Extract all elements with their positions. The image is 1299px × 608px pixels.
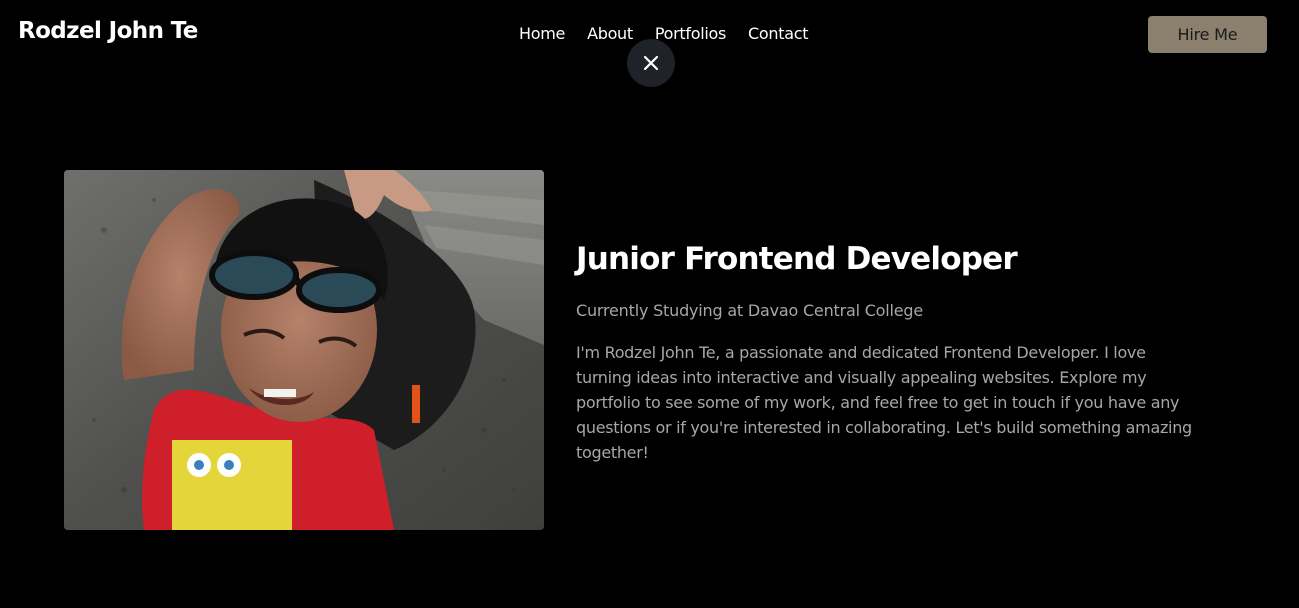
profile-photo-illustration (64, 170, 544, 530)
page: Rodzel John Te Home About Portfolios Con… (0, 0, 1299, 608)
nav-contact[interactable]: Contact (748, 24, 808, 43)
nav-home[interactable]: Home (519, 24, 565, 43)
brand-logo[interactable]: Rodzel John Te (18, 18, 198, 44)
role-title: Junior Frontend Developer (576, 241, 1018, 277)
nav-about[interactable]: About (587, 24, 633, 43)
about-section: Junior Frontend Developer Currently Stud… (576, 238, 1216, 465)
profile-photo (64, 170, 544, 530)
nav-portfolios[interactable]: Portfolios (655, 24, 726, 43)
bio-paragraph: I'm Rodzel John Te, a passionate and ded… (576, 343, 1192, 462)
close-menu-button[interactable] (627, 39, 675, 87)
main-nav: Home About Portfolios Contact (519, 24, 830, 43)
education-subtitle: Currently Studying at Davao Central Coll… (576, 301, 923, 320)
close-icon (643, 55, 659, 71)
hire-me-button[interactable]: Hire Me (1148, 16, 1267, 53)
